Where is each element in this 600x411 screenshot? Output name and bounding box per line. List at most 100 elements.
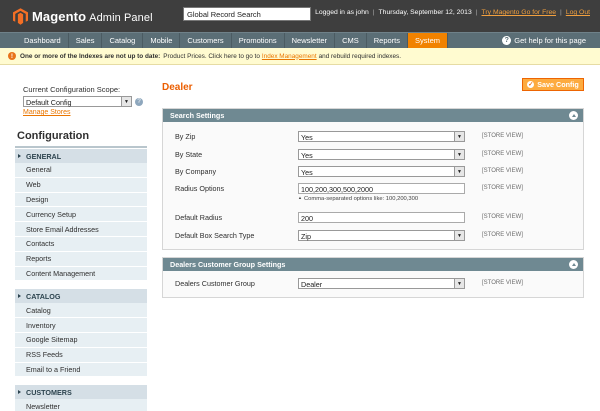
dealers-customer-group-header[interactable]: Dealers Customer Group Settings [163,258,583,271]
sidebar-item-content-management[interactable]: Content Management [15,266,147,282]
radius-options-input[interactable]: 100,200,300,500,2000 [298,183,465,194]
section-catalog[interactable]: CATALOG [15,288,147,304]
scope-label: [STORE VIEW] [482,185,523,191]
magento-logo-icon [13,7,28,25]
default-box-search-type-select[interactable]: Zip ▼ [298,230,465,241]
select-value: Zip [301,232,311,241]
nav-newsletter[interactable]: Newsletter [285,33,336,48]
select-value: Yes [301,151,313,160]
help-icon: ? [502,36,512,45]
field-label: By Company [175,167,217,176]
sidebar-item-store-email-addresses[interactable]: Store Email Addresses [15,222,147,237]
nav-catalog[interactable]: Catalog [102,33,144,48]
notice-text: Product Prices. Click here to go to [163,52,260,60]
by-zip-select[interactable]: Yes ▼ [298,131,465,142]
sidebar-item-email-to-a-friend[interactable]: Email to a Friend [15,362,147,378]
dealers-customer-group-select[interactable]: Dealer ▼ [298,278,465,289]
select-value: Dealer [301,280,323,289]
sidebar-item-web[interactable]: Web [15,177,147,193]
row-by-company: By Company Yes ▼ [STORE VIEW] [163,166,583,177]
field-label: By Zip [175,132,196,141]
row-radius-options: Radius Options 100,200,300,500,2000 [STO… [163,183,583,194]
try-magento-go-link[interactable]: Try Magento Go for Free [482,9,557,16]
row-dealers-customer-group: Dealers Customer Group Dealer ▼ [STORE VI… [163,278,583,289]
chevron-down-icon: ▼ [454,132,464,141]
chevron-down-icon: ▼ [121,97,131,106]
index-management-link[interactable]: Index Management [262,53,317,60]
scope-label: [STORE VIEW] [482,133,523,139]
by-state-select[interactable]: Yes ▼ [298,149,465,160]
sidebar-item-rss-feeds[interactable]: RSS Feeds [15,347,147,363]
fieldset-title: Dealers Customer Group Settings [170,260,286,269]
chevron-down-icon: ▼ [454,167,464,176]
warning-icon: ! [8,52,16,60]
scope-label: Current Configuration Scope: [23,85,121,94]
separator: | [475,9,478,16]
chevron-down-icon: ▼ [454,279,464,288]
sidebar-item-catalog[interactable]: Catalog [15,303,147,319]
scope-select[interactable]: Default Config ▼ [23,96,132,107]
scope-label: [STORE VIEW] [482,232,523,238]
header-links: Logged in as john | Thursday, September … [315,9,590,16]
collapse-icon[interactable] [569,111,578,120]
nav-system[interactable]: System [408,33,449,48]
chevron-down-icon: ▼ [454,231,464,240]
manage-stores-link[interactable]: Manage Stores [23,109,147,116]
info-icon[interactable]: ? [135,97,143,106]
scope-label: [STORE VIEW] [482,151,523,157]
scope-label: [STORE VIEW] [482,214,523,220]
field-label: Default Radius [175,213,223,222]
fieldset-title: Search Settings [170,111,225,120]
header: Magento Admin Panel Global Record Search … [0,0,600,32]
scope-label: [STORE VIEW] [482,168,523,174]
nav-cms[interactable]: CMS [335,33,367,48]
field-label: Dealers Customer Group [175,279,255,288]
scope-value: Default Config [26,98,72,107]
sidebar-gap [15,281,147,289]
notice-bold-text: One or more of the Indexes are not up to… [20,52,161,60]
sidebar-item-contacts[interactable]: Contacts [15,236,147,252]
global-search-input[interactable]: Global Record Search [183,7,311,21]
triangle-icon [18,294,21,299]
radius-options-hint: Comma-separated options like: 100,200,30… [298,196,418,202]
save-config-button[interactable]: ✓ Save Config [522,78,584,91]
section-general[interactable]: GENERAL [15,148,147,163]
logo[interactable]: Magento Admin Panel [13,0,153,32]
sidebar-item-inventory[interactable]: Inventory [15,318,147,333]
search-settings-fieldset: Search Settings By Zip Yes ▼ [STORE VIEW]… [162,108,584,250]
nav-reports[interactable]: Reports [367,33,408,48]
separator: | [560,9,562,16]
chevron-down-icon: ▼ [454,150,464,159]
section-customers[interactable]: CUSTOMERS [15,384,147,400]
collapse-icon[interactable] [569,260,578,269]
nav-customers[interactable]: Customers [180,33,232,48]
nav-mobile[interactable]: Mobile [143,33,181,48]
logout-link[interactable]: Log Out [566,9,590,16]
sidebar-item-design[interactable]: Design [15,192,147,208]
sidebar-item-general[interactable]: General [15,163,147,178]
select-value: Yes [301,168,313,177]
field-label: Default Box Search Type [175,231,255,240]
dealers-customer-group-fieldset: Dealers Customer Group Settings Dealers … [162,257,584,298]
by-company-select[interactable]: Yes ▼ [298,166,465,177]
sidebar-item-google-sitemap[interactable]: Google Sitemap [15,332,147,348]
row-by-state: By State Yes ▼ [STORE VIEW] [163,149,583,160]
search-settings-header[interactable]: Search Settings [163,109,583,122]
nav-promotions[interactable]: Promotions [232,33,285,48]
scope-row: Default Config ▼ ? [23,96,147,107]
sidebar-item-currency-setup[interactable]: Currency Setup [15,207,147,223]
nav-sales[interactable]: Sales [69,33,103,48]
save-icon: ✓ [527,81,535,88]
row-default-radius: Default Radius 200 [STORE VIEW] [163,212,583,223]
triangle-icon [18,154,21,158]
separator: | [372,9,375,16]
default-radius-input[interactable]: 200 [298,212,465,223]
sidebar-item-reports[interactable]: Reports [15,251,147,267]
logo-text: Magento Admin Panel [32,8,153,24]
nav-dashboard[interactable]: Dashboard [0,33,69,48]
help-link[interactable]: ? Get help for this page [502,36,586,45]
sidebar-item-newsletter[interactable]: Newsletter [15,399,147,411]
page-title: Dealer [162,82,193,93]
select-value: Yes [301,133,313,142]
field-label: By State [175,150,203,159]
